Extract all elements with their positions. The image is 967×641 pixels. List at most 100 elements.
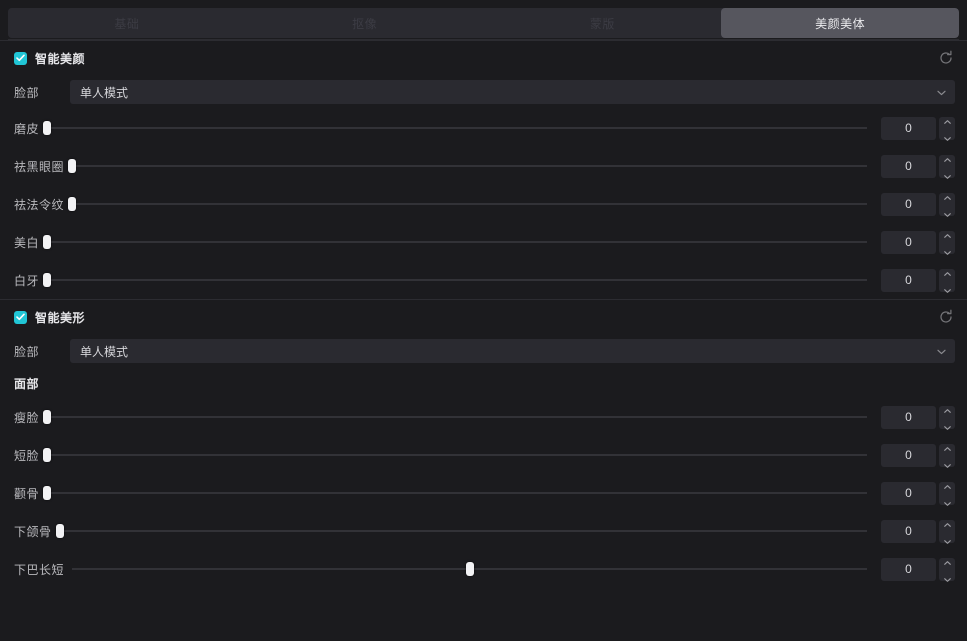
slider-track[interactable] xyxy=(47,454,867,456)
slider-value-input[interactable]: 0 xyxy=(881,192,936,216)
slider-handle[interactable] xyxy=(43,235,52,249)
slider-value: 0 xyxy=(905,524,912,538)
stepper-up-icon[interactable] xyxy=(943,516,951,530)
slider-value-input[interactable]: 0 xyxy=(881,481,936,505)
slider-handle[interactable] xyxy=(43,273,52,287)
slider[interactable] xyxy=(43,436,867,474)
stepper-up-icon[interactable] xyxy=(943,440,951,454)
section-enable-checkbox[interactable] xyxy=(14,310,27,324)
stepper-up-icon[interactable] xyxy=(943,227,951,241)
slider-track[interactable] xyxy=(72,203,867,205)
slider-stepper[interactable] xyxy=(939,519,955,544)
tab-2[interactable]: 蒙版 xyxy=(483,8,722,38)
slider-value-input[interactable]: 0 xyxy=(881,230,936,254)
chevron-down-icon xyxy=(937,344,946,358)
slider[interactable] xyxy=(55,512,867,550)
slider-value: 0 xyxy=(905,159,912,173)
slider[interactable] xyxy=(43,109,867,147)
stepper-down-icon[interactable] xyxy=(943,571,951,585)
tab-1[interactable]: 抠像 xyxy=(245,8,484,38)
stepper-down-icon[interactable] xyxy=(943,206,951,220)
section-title: 智能美颜 xyxy=(35,51,86,66)
stepper-up-icon[interactable] xyxy=(943,265,951,279)
stepper-up-icon[interactable] xyxy=(943,554,951,568)
slider-track[interactable] xyxy=(47,279,867,281)
face-mode-select[interactable]: 单人模式 xyxy=(70,80,955,104)
slider[interactable] xyxy=(68,147,867,185)
slider-label: 下巴长短 xyxy=(14,562,65,577)
stepper-down-icon[interactable] xyxy=(943,533,951,547)
slider-track[interactable] xyxy=(47,492,867,494)
group-title: 面部 xyxy=(14,376,40,391)
stepper-up-icon[interactable] xyxy=(943,189,951,203)
slider[interactable] xyxy=(43,474,867,512)
stepper-up-icon[interactable] xyxy=(943,113,951,127)
slider-value-input[interactable]: 0 xyxy=(881,443,936,467)
slider-row: 颧骨 0 xyxy=(0,474,967,512)
slider-stepper[interactable] xyxy=(939,154,955,179)
slider-value-input[interactable]: 0 xyxy=(881,154,936,178)
stepper-up-icon[interactable] xyxy=(943,151,951,165)
slider-value-input[interactable]: 0 xyxy=(881,405,936,429)
section-enable-checkbox[interactable] xyxy=(14,51,27,65)
face-mode-select[interactable]: 单人模式 xyxy=(70,339,955,363)
slider-label: 颧骨 xyxy=(14,486,40,501)
slider-row: 瘦脸 0 xyxy=(0,398,967,436)
slider[interactable] xyxy=(68,185,867,223)
section-title: 智能美形 xyxy=(35,310,86,325)
slider-track[interactable] xyxy=(47,241,867,243)
stepper-up-icon[interactable] xyxy=(943,478,951,492)
slider-handle[interactable] xyxy=(43,410,52,424)
slider[interactable] xyxy=(43,261,867,299)
slider-handle[interactable] xyxy=(43,486,52,500)
slider-stepper[interactable] xyxy=(939,557,955,582)
slider-handle[interactable] xyxy=(43,121,52,135)
slider-stepper[interactable] xyxy=(939,481,955,506)
slider-label: 祛法令纹 xyxy=(14,197,65,212)
stepper-down-icon[interactable] xyxy=(943,282,951,296)
slider-value-input[interactable]: 0 xyxy=(881,557,936,581)
slider-handle[interactable] xyxy=(43,448,52,462)
stepper-down-icon[interactable] xyxy=(943,130,951,144)
slider-stepper[interactable] xyxy=(939,405,955,430)
slider-stepper[interactable] xyxy=(939,230,955,255)
tab-0[interactable]: 基础 xyxy=(8,8,246,38)
slider-value-input[interactable]: 0 xyxy=(881,268,936,292)
slider-track[interactable] xyxy=(59,530,867,532)
stepper-up-icon[interactable] xyxy=(943,402,951,416)
slider-track[interactable] xyxy=(47,127,867,129)
slider-stepper[interactable] xyxy=(939,116,955,141)
slider-value-input[interactable]: 0 xyxy=(881,519,936,543)
slider[interactable] xyxy=(72,550,867,588)
reset-icon[interactable] xyxy=(937,49,955,67)
tab-label: 抠像 xyxy=(352,16,378,31)
stepper-down-icon[interactable] xyxy=(943,419,951,433)
slider[interactable] xyxy=(43,398,867,436)
tab-3[interactable]: 美颜美体 xyxy=(721,8,959,38)
stepper-down-icon[interactable] xyxy=(943,168,951,182)
slider-label: 短脸 xyxy=(14,448,40,463)
tab-strip: 基础 抠像 蒙版 美颜美体 xyxy=(8,8,959,38)
slider[interactable] xyxy=(43,223,867,261)
slider-handle[interactable] xyxy=(68,159,77,173)
slider-handle[interactable] xyxy=(55,524,64,538)
slider-value: 0 xyxy=(905,562,912,576)
stepper-down-icon[interactable] xyxy=(943,495,951,509)
stepper-down-icon[interactable] xyxy=(943,457,951,471)
slider-handle[interactable] xyxy=(465,562,474,576)
section-header-0: 智能美颜 xyxy=(0,41,967,75)
tab-bar: 基础 抠像 蒙版 美颜美体 xyxy=(0,0,967,40)
slider-stepper[interactable] xyxy=(939,192,955,217)
face-mode-row: 脸部 单人模式 xyxy=(0,75,967,109)
slider-stepper[interactable] xyxy=(939,268,955,293)
stepper-down-icon[interactable] xyxy=(943,244,951,258)
slider-track[interactable] xyxy=(72,165,867,167)
slider-value-input[interactable]: 0 xyxy=(881,116,936,140)
slider-label: 祛黑眼圈 xyxy=(14,159,65,174)
slider-stepper[interactable] xyxy=(939,443,955,468)
slider-value: 0 xyxy=(905,197,912,211)
slider-track[interactable] xyxy=(47,416,867,418)
slider-handle[interactable] xyxy=(68,197,77,211)
reset-icon[interactable] xyxy=(937,308,955,326)
slider-row: 短脸 0 xyxy=(0,436,967,474)
